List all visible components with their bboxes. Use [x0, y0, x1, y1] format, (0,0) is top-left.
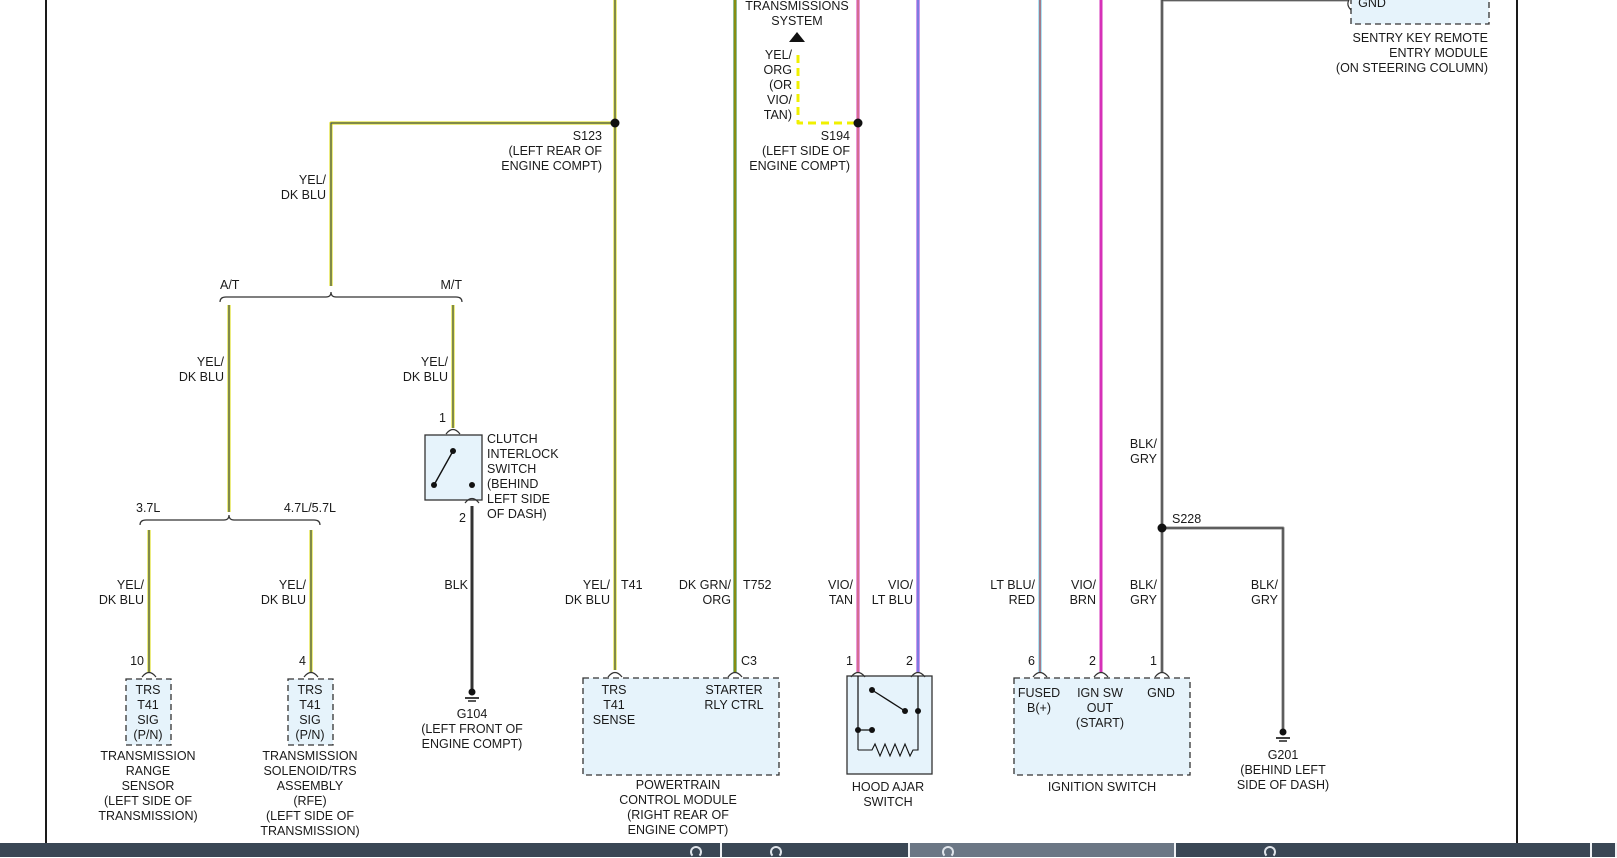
ign-pin6-label: 6 [1028, 654, 1035, 668]
toolbar-segment-4[interactable] [1176, 843, 1592, 858]
g201-label: G201 (BEHIND LEFT SIDE OF DASH) [1237, 748, 1329, 792]
clutch-switch-label: CLUTCH INTERLOCK SWITCH (BEHIND LEFT SIDE OF … [487, 432, 559, 521]
toolbar-icon-3 [942, 846, 954, 858]
splice-s194 [853, 118, 863, 128]
hood-wire1-label: VIO/TAN [828, 578, 854, 607]
pcm-wire2-label: DK GRN/ORG [679, 578, 732, 607]
splice-s228 [1157, 523, 1167, 533]
toolbar-segment-5[interactable] [1592, 843, 1617, 857]
clutch-pin2-label: 2 [459, 511, 466, 525]
hood-ajar-switch-box [846, 675, 933, 775]
pcm-circ2-label: T752 [743, 578, 772, 592]
ign-pin1-cup [1154, 671, 1170, 678]
l37-label: 3.7L [136, 501, 160, 515]
wire-yel-org-dashed [796, 55, 858, 125]
ign-wire3-label: BLK/GRY [1130, 578, 1158, 607]
ign-wire1-label: LT BLU/RED [990, 578, 1035, 607]
transmissions-arrow-icon [789, 32, 805, 42]
clutch-contact-2 [431, 482, 437, 488]
ignition-switch-name: IGNITION SWITCH [1048, 780, 1156, 794]
mt-label: M/T [440, 278, 462, 292]
trs1-inner-label: TRS T41 SIG (P/N) [133, 683, 162, 742]
g201-wire-label: BLK/GRY [1251, 578, 1279, 607]
s228-label: S228 [1172, 512, 1201, 526]
pcm-wire1-label: YEL/DK BLU [565, 578, 611, 607]
yel-org-wire-label: YEL/ORG (OR VIO/TAN) [764, 48, 793, 122]
pcm-conn-label: C3 [741, 654, 757, 668]
splice-s123 [610, 118, 620, 128]
wire-blk-gry-main-tracer [1161, 0, 1349, 672]
s123-label: S123 (LEFT REAR OF ENGINE COMPT) [501, 129, 602, 173]
trs1-pin-label: 10 [130, 654, 144, 668]
blk-wire-label: BLK [444, 578, 468, 592]
diagram-frame [45, 0, 1518, 843]
sentry-gnd-label: GND [1358, 0, 1386, 10]
ign-pin1-label: 1 [1150, 654, 1157, 668]
wires [147, 0, 1349, 730]
at-wire-label: YEL/DK BLU [179, 355, 225, 384]
trs-solenoid-pin-cup [303, 671, 319, 678]
ign-in3-label: GND [1147, 686, 1175, 700]
hood-contact-5 [869, 727, 875, 733]
at-label: A/T [220, 278, 240, 292]
hood-contact-1 [869, 687, 875, 693]
sentry-key-module-label: SENTRY KEY REMOTE ENTRY MODULE (ON STEERIN… [1336, 31, 1488, 75]
clutch-contact-3 [469, 482, 475, 488]
clutch-pin1-cup [445, 428, 461, 435]
hood-contact-2 [902, 708, 908, 714]
wiring-diagram: TRANSMISSIONS SYSTEM GND SENTRY KEY REMOTE E… [45, 0, 1518, 843]
clutch-contact-1 [450, 448, 456, 454]
transmissions-system-label: TRANSMISSIONS SYSTEM [745, 0, 849, 28]
blk-gry-upper-label: BLK/GRY [1130, 437, 1158, 466]
clutch-switch-box [424, 434, 483, 501]
hood-pin1-label: 2 [906, 654, 913, 668]
trs-solenoid-name: TRANSMISSION SOLENOID/TRS ASSEMBLY (RFE) (LE… [260, 749, 359, 838]
hood-wire2-label: VIO/LT BLU [872, 578, 914, 607]
pcm-pin38-cup [727, 671, 743, 678]
toolbar-segment-1[interactable] [0, 843, 722, 858]
toolbar-icon-2 [770, 846, 782, 858]
brace-at-mt [219, 291, 463, 303]
components [125, 0, 1490, 776]
wire-blk-gry-main [1160, 0, 1349, 672]
toolbar-icon-4 [1264, 846, 1276, 858]
toolbar-icon-1 [690, 846, 702, 858]
pcm-in2-label: STARTER RLY CTRL [704, 683, 763, 712]
pcm-pin21-cup [607, 671, 623, 678]
g201-ground-icon-dot [1279, 728, 1287, 736]
ign-pin2-label: 2 [1089, 654, 1096, 668]
hood-ajar-name: HOOD AJAR SWITCH [852, 780, 924, 809]
l47-label: 4.7L/5.7L [284, 501, 336, 515]
trs1-wire-label: YEL/DK BLU [99, 578, 145, 607]
toolbar-segment-3[interactable] [910, 843, 1176, 858]
trs2-pin-label: 4 [299, 654, 306, 668]
g104-ground-icon-dot [468, 688, 476, 696]
top-left-wire-label: YEL/DK BLU [281, 173, 327, 202]
bottom-toolbar [0, 843, 1617, 858]
trs2-inner-label: TRS T41 SIG (P/N) [295, 683, 324, 742]
trs2-wire-label: YEL/DK BLU [261, 578, 307, 607]
ign-pin2-cup [1093, 671, 1109, 678]
hood-pin2-label: 1 [846, 654, 853, 668]
g104-label: G104 (LEFT FRONT OF ENGINE COMPT) [421, 707, 523, 751]
clutch-pin1-label: 1 [439, 411, 446, 425]
ign-pin6-cup [1032, 671, 1048, 678]
ign-wire2-label: VIO/BRN [1070, 578, 1097, 607]
pcm-circ1-label: T41 [621, 578, 643, 592]
toolbar-segment-2[interactable] [722, 843, 910, 858]
trs-sensor-name: TRANSMISSION RANGE SENSOR (LEFT SIDE OF TRAN… [98, 749, 197, 823]
trs-sensor-pin-cup [141, 671, 157, 678]
brace-37-47 [139, 514, 321, 526]
s194-label: S194 (LEFT SIDE OF ENGINE COMPT) [749, 129, 850, 173]
pcm-name: POWERTRAIN CONTROL MODULE (RIGHT REAR OF EN… [619, 778, 737, 837]
mt-wire-label: YEL/DK BLU [403, 355, 449, 384]
